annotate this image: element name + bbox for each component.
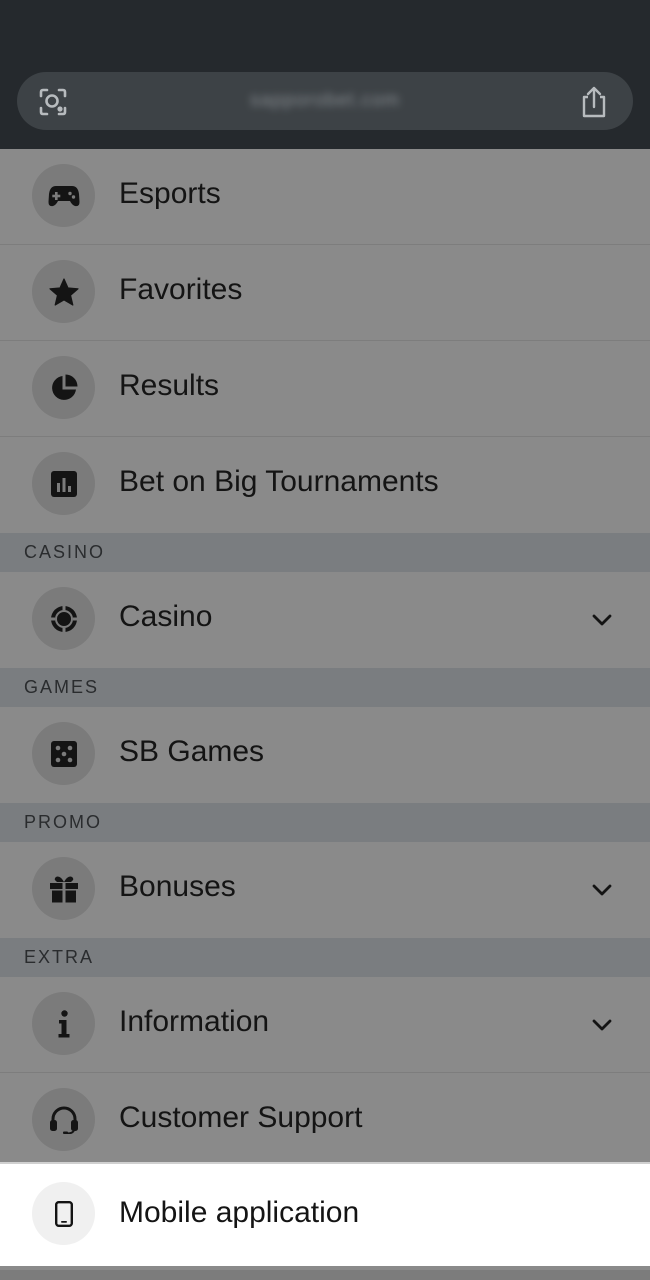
menu-item-icon-wrap (32, 722, 95, 785)
menu-item-favorites[interactable]: Favorites (0, 245, 650, 341)
menu-item-icon-wrap (32, 992, 95, 1055)
pie-chart-icon (51, 374, 77, 400)
menu-item-information[interactable]: Information (0, 977, 650, 1073)
gift-icon (49, 876, 78, 903)
menu-item-label: Favorites (119, 273, 243, 306)
menu-item-esports[interactable]: Esports (0, 149, 650, 245)
menu-item-icon-wrap (32, 857, 95, 920)
menu-item-label: Bet on Big Tournaments (119, 465, 439, 498)
menu-item-label: Casino (119, 600, 213, 633)
url-text[interactable]: sapporobet.com (17, 90, 633, 112)
info-icon (58, 1009, 69, 1037)
menu-item-casino[interactable]: Casino (0, 572, 650, 668)
dice-icon (50, 740, 77, 767)
menu-item-icon-wrap (32, 356, 95, 419)
smartphone-icon (54, 1200, 73, 1227)
menu-item-label: Results (119, 369, 220, 402)
star-icon (48, 277, 79, 306)
menu-item-label: Mobile application (119, 1196, 360, 1229)
menu-item-icon-wrap (32, 1182, 95, 1245)
poker-chip-icon (50, 605, 77, 632)
bottom-divider (0, 1270, 650, 1280)
share-icon[interactable] (579, 85, 609, 119)
side-menu: Esports Favorites Results Bet on Big Tou… (0, 149, 650, 1266)
menu-item-customer-support[interactable]: Customer Support (0, 1073, 650, 1162)
menu-item-label: SB Games (119, 735, 265, 768)
bar-chart-icon (50, 470, 77, 497)
menu-item-sb-games[interactable]: SB Games (0, 707, 650, 803)
chevron-down-icon[interactable] (590, 608, 614, 632)
section-header-promo: PROMO (0, 803, 650, 842)
gamepad-icon (48, 185, 79, 206)
section-header-games: GAMES (0, 668, 650, 707)
menu-item-label: Bonuses (119, 870, 236, 903)
menu-item-icon-wrap (32, 164, 95, 227)
address-bar[interactable]: sapporobet.com (17, 72, 633, 130)
menu-item-icon-wrap (32, 587, 95, 650)
menu-item-mobile-application[interactable]: Mobile application (0, 1162, 650, 1266)
headset-icon (49, 1106, 78, 1134)
menu-item-icon-wrap (32, 1088, 95, 1151)
menu-item-label: Customer Support (119, 1101, 363, 1134)
menu-item-big-tournaments[interactable]: Bet on Big Tournaments (0, 437, 650, 533)
menu-item-icon-wrap (32, 452, 95, 515)
menu-item-results[interactable]: Results (0, 341, 650, 437)
menu-item-bonuses[interactable]: Bonuses (0, 842, 650, 938)
chevron-down-icon[interactable] (590, 878, 614, 902)
chevron-down-icon[interactable] (590, 1013, 614, 1037)
section-header-casino: CASINO (0, 533, 650, 572)
page: sapporobet.com Esports Favorites Results… (0, 0, 650, 1280)
section-header-extra: EXTRA (0, 938, 650, 977)
browser-toolbar: sapporobet.com (0, 0, 650, 149)
menu-item-label: Esports (119, 177, 221, 210)
menu-item-icon-wrap (32, 260, 95, 323)
menu-item-label: Information (119, 1005, 270, 1038)
